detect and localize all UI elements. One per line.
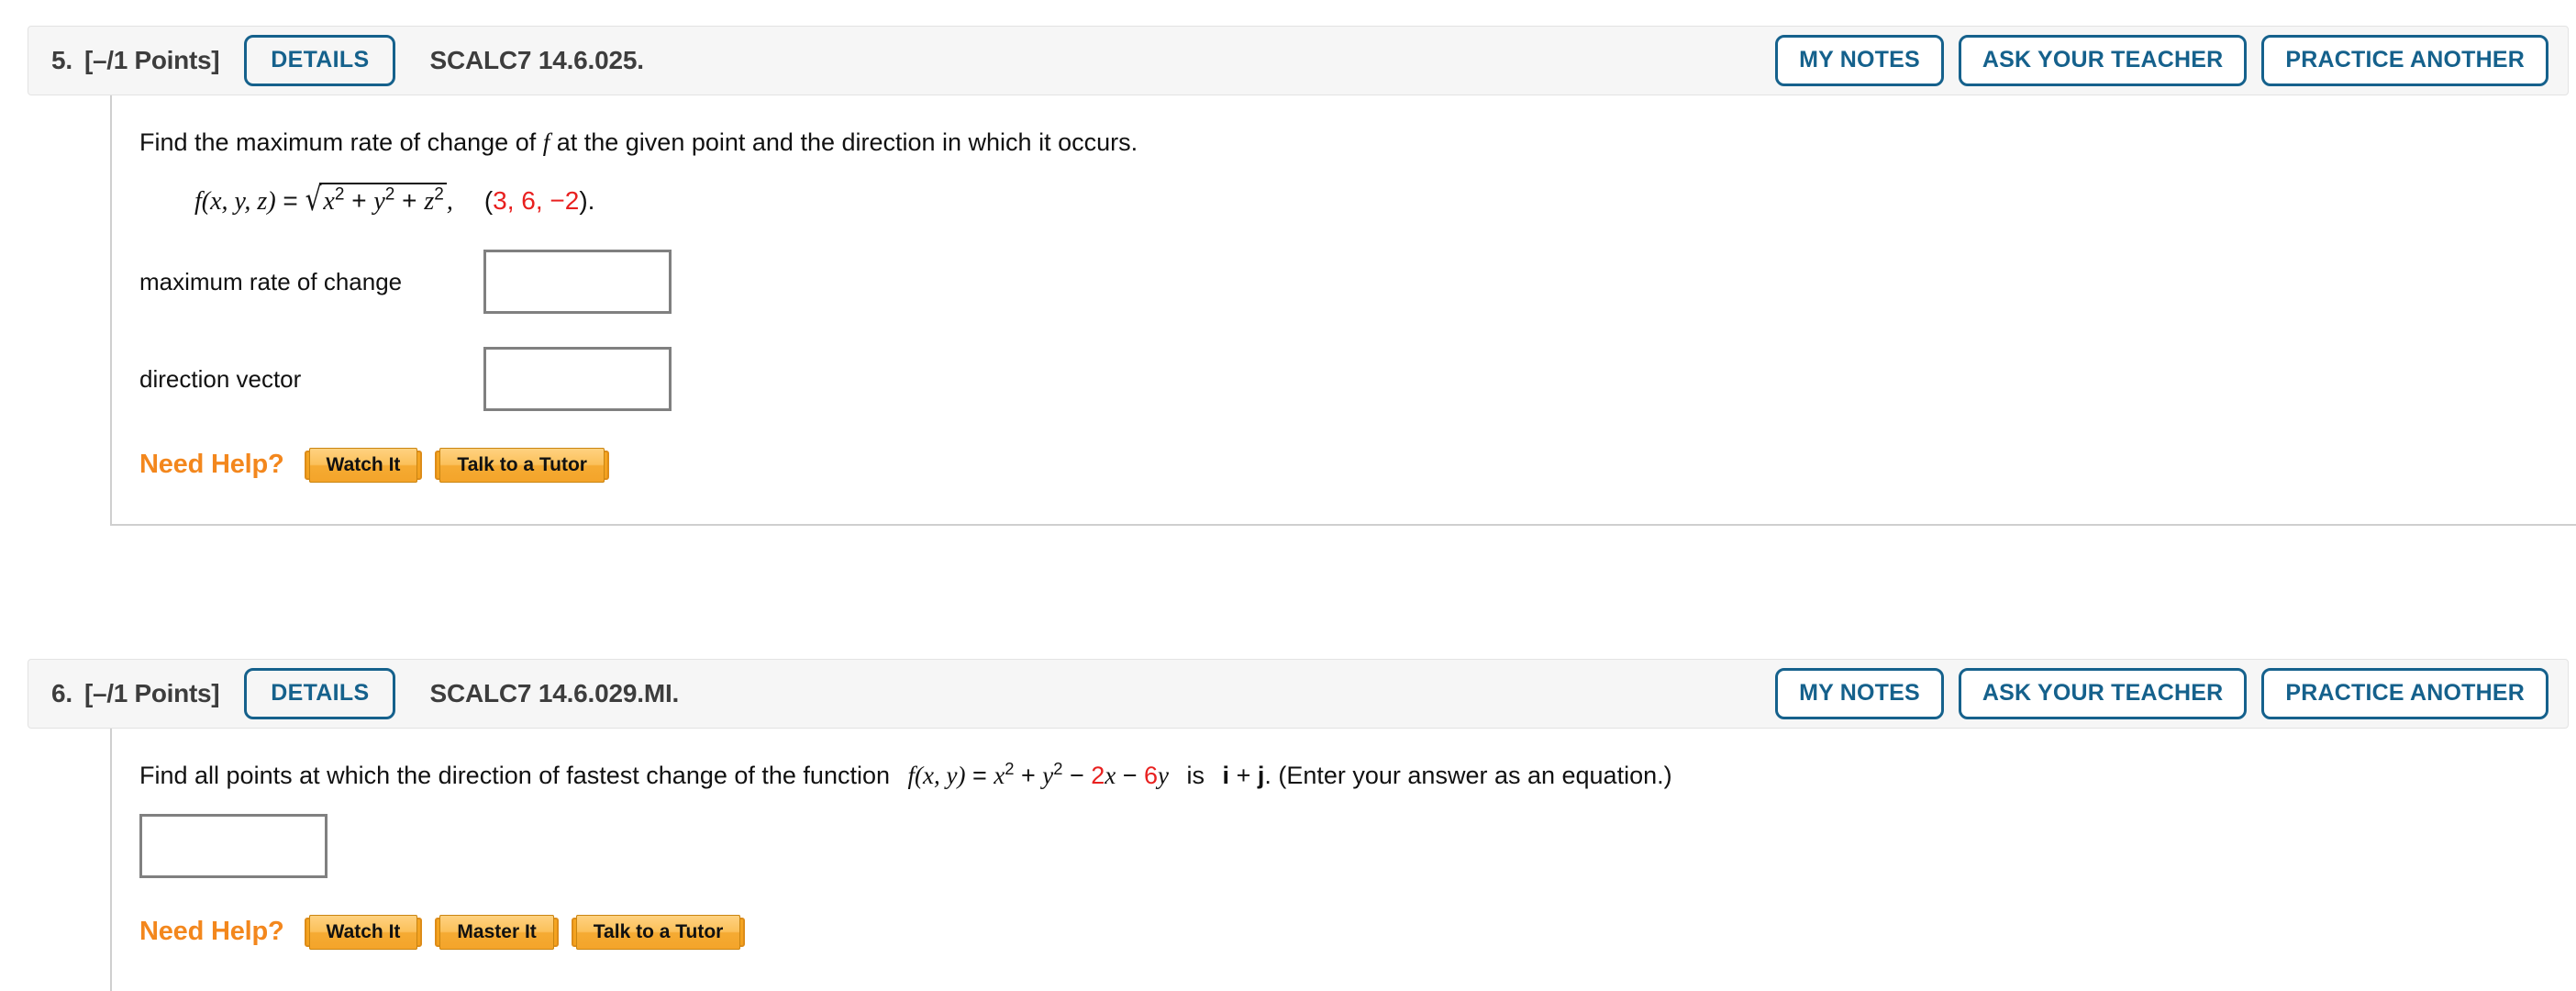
point-separator-2: , — [535, 186, 550, 216]
talk-to-a-tutor-button-label: Talk to a Tutor — [575, 914, 741, 950]
unit-vector-i: i — [1222, 762, 1230, 789]
math-minus-1: − — [1062, 762, 1092, 789]
vector-plus: + — [1229, 762, 1258, 789]
talk-to-a-tutor-button[interactable]: Talk to a Tutor — [571, 914, 746, 950]
answer-label-max-rate: maximum rate of change — [139, 267, 403, 295]
ask-your-teacher-button[interactable]: ASK YOUR TEACHER — [1958, 35, 2248, 86]
talk-to-a-tutor-button-label: Talk to a Tutor — [439, 447, 605, 483]
radicand: x2 + y2 + z2 — [319, 183, 447, 217]
point-coordinate-2: 6 — [521, 186, 536, 216]
problem-5-header-left: 5. [–/1 Points] DETAILS SCALC7 14.6.025. — [28, 35, 1775, 86]
radicand-z: z — [424, 187, 435, 217]
coefficient-2: 2 — [1091, 762, 1105, 789]
point-coordinate-3: −2 — [550, 186, 580, 216]
answer-row-direction-vector: direction vector — [139, 347, 2576, 412]
problem-5-content: Find the maximum rate of change of f at … — [112, 95, 2576, 524]
details-button[interactable]: DETAILS — [244, 668, 396, 719]
math-comma: , — [446, 187, 453, 217]
problem-6-prompt: Find all points at which the direction o… — [139, 759, 2576, 792]
term-x: x — [994, 762, 1005, 789]
problem-6-header: 6. [–/1 Points] DETAILS SCALC7 14.6.029.… — [28, 659, 2569, 729]
max-rate-of-change-input[interactable] — [483, 250, 672, 315]
problem-6-need-help: Need Help? Watch It Master It Talk to a … — [139, 914, 2576, 991]
radicand-plus-2: + — [394, 186, 425, 216]
problem-5-body: Find the maximum rate of change of f at … — [110, 95, 2576, 527]
equation-answer-input[interactable] — [139, 814, 328, 879]
math-function-args: (x, y) — [915, 762, 966, 789]
ask-your-teacher-button[interactable]: ASK YOUR TEACHER — [1958, 668, 2248, 719]
prompt-text-a: Find the maximum rate of change of — [139, 128, 543, 156]
answer-row-max-rate: maximum rate of change — [139, 250, 2576, 315]
assignment-page: 5. [–/1 Points] DETAILS SCALC7 14.6.025.… — [0, 0, 2576, 991]
problem-5-header-actions: MY NOTES ASK YOUR TEACHER PRACTICE ANOTH… — [1775, 35, 2568, 86]
radical-icon: √ — [305, 181, 322, 219]
points-label: [–/1 Points] — [83, 679, 220, 707]
prompt-text-b: . (Enter your answer as an equation.) — [1264, 762, 1672, 789]
math-equals: = — [275, 186, 305, 216]
master-it-button-label: Master It — [439, 914, 554, 950]
watch-it-button-label: Watch It — [308, 447, 418, 483]
math-function-name: f — [907, 762, 916, 789]
details-button[interactable]: DETAILS — [244, 35, 396, 86]
problem-5-need-help: Need Help? Watch It Talk to a Tutor — [139, 447, 2576, 524]
master-it-button[interactable]: Master It — [435, 914, 559, 950]
problem-6-body: Find all points at which the direction o… — [110, 729, 2576, 991]
my-notes-button[interactable]: MY NOTES — [1775, 35, 1944, 86]
point-separator-1: , — [506, 186, 522, 216]
watch-it-button[interactable]: Watch It — [304, 447, 423, 483]
point-open-paren: ( — [483, 186, 494, 216]
radicand-z-exponent: 2 — [434, 185, 444, 206]
problem-5-header: 5. [–/1 Points] DETAILS SCALC7 14.6.025.… — [28, 26, 2569, 95]
term-6y-variable: y — [1158, 762, 1170, 789]
problem-code: SCALC7 14.6.029.MI. — [429, 679, 680, 707]
problem-code: SCALC7 14.6.025. — [429, 46, 644, 74]
direction-vector-input[interactable] — [483, 347, 672, 412]
radicand-y: y — [373, 187, 385, 217]
need-help-label: Need Help? — [139, 450, 284, 480]
prompt-text-b: at the given point and the direction in … — [550, 128, 1138, 156]
coefficient-6: 6 — [1144, 762, 1159, 789]
problem-6-header-actions: MY NOTES ASK YOUR TEACHER PRACTICE ANOTH… — [1775, 668, 2568, 719]
prompt-text-a: Find all points at which the direction o… — [139, 762, 897, 789]
talk-to-a-tutor-button[interactable]: Talk to a Tutor — [435, 447, 609, 483]
problem-5-prompt: Find the maximum rate of change of f at … — [139, 126, 2576, 159]
problem-5-equation: f(x, y, z) = √x2 + y2 + z2, (3, 6, −2). — [139, 181, 2576, 219]
math-function-name: f — [194, 187, 202, 217]
watch-it-button[interactable]: Watch It — [304, 914, 423, 950]
problem-6-content: Find all points at which the direction o… — [112, 729, 2576, 991]
need-help-label: Need Help? — [139, 917, 284, 947]
problem-number: 5. — [51, 46, 72, 74]
math-equals: = — [965, 762, 994, 789]
points-label: [–/1 Points] — [83, 46, 220, 74]
term-y: y — [1042, 762, 1054, 789]
radicand-plus-1: + — [344, 186, 374, 216]
radicand-y-exponent: 2 — [384, 185, 395, 206]
point-coordinate-1: 3 — [493, 186, 507, 216]
problem-number: 6. — [51, 679, 72, 707]
term-2x-variable: x — [1105, 762, 1116, 789]
term-y-exponent: 2 — [1053, 759, 1063, 778]
practice-another-button[interactable]: PRACTICE ANOTHER — [2261, 35, 2548, 86]
math-minus-2: − — [1116, 762, 1145, 789]
point-close-paren: ). — [579, 186, 595, 216]
square-root-expression: √x2 + y2 + z2 — [305, 181, 447, 219]
answer-label-direction-vector: direction vector — [139, 364, 302, 393]
math-plus-1: + — [1014, 762, 1043, 789]
term-x-exponent: 2 — [1005, 759, 1015, 778]
prompt-is-text: is — [1180, 762, 1212, 789]
radicand-x: x — [323, 187, 335, 217]
radicand-x-exponent: 2 — [334, 185, 345, 206]
my-notes-button[interactable]: MY NOTES — [1775, 668, 1944, 719]
watch-it-button-label: Watch It — [308, 914, 418, 950]
math-function-args: (x, y, z) — [201, 187, 276, 217]
problem-6-header-left: 6. [–/1 Points] DETAILS SCALC7 14.6.029.… — [28, 668, 1775, 719]
practice-another-button[interactable]: PRACTICE ANOTHER — [2261, 668, 2548, 719]
